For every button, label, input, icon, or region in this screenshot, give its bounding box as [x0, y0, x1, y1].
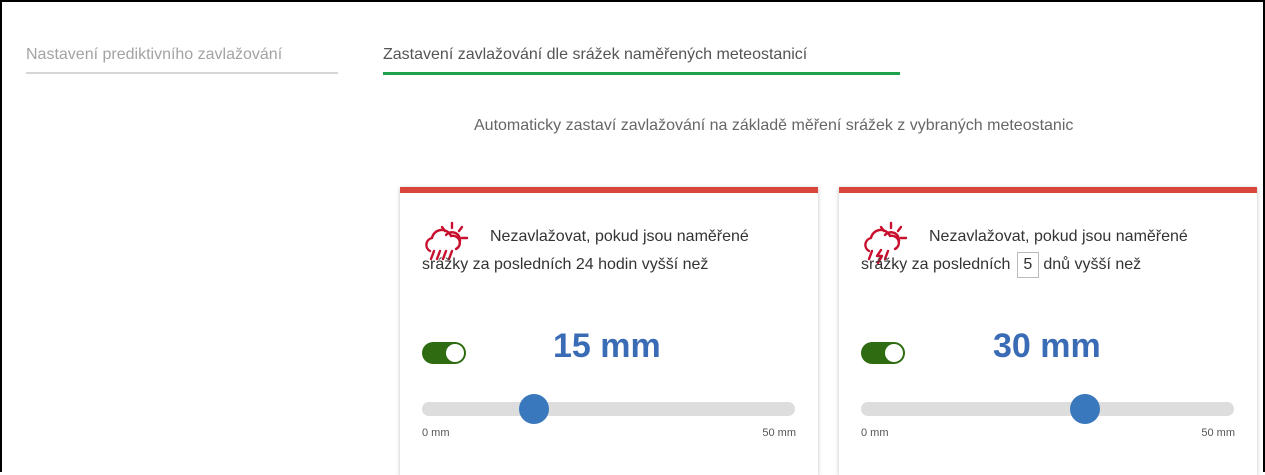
description-after: dnů vyšší než: [1043, 256, 1142, 273]
toggle-knob: [446, 344, 464, 362]
card-description: Nezavlažovat, pokud jsou naměřené srážky…: [422, 228, 749, 273]
threshold-value: 30 mm: [993, 327, 1101, 365]
threshold-slider[interactable]: [422, 394, 795, 424]
rain-24h-card: Nezavlažovat, pokud jsou naměřené srážky…: [400, 187, 818, 475]
rain-days-card: Nezavlažovat, pokud jsou naměřené srážky…: [839, 187, 1257, 475]
tab-rain-stop[interactable]: Zastavení zavlažování dle srážek naměřen…: [383, 46, 900, 75]
slider-handle[interactable]: [518, 394, 549, 424]
threshold-slider[interactable]: [861, 394, 1234, 424]
section-description: Automaticky zastaví zavlažování na zákla…: [474, 117, 1074, 134]
toggle-knob: [885, 344, 903, 362]
slider-max-label: 50 mm: [762, 427, 796, 439]
slider-min-label: 0 mm: [861, 427, 889, 439]
card-description: Nezavlažovat, pokud jsou naměřené srážky…: [861, 223, 1237, 279]
enable-toggle[interactable]: [422, 342, 466, 364]
enable-toggle[interactable]: [861, 342, 905, 364]
threshold-value: 15 mm: [553, 327, 661, 365]
days-input[interactable]: 5: [1016, 251, 1039, 278]
settings-panel: Nastavení prediktivního zavlažování Zast…: [0, 0, 1265, 475]
slider-handle[interactable]: [1069, 394, 1100, 424]
slider-max-label: 50 mm: [1201, 427, 1235, 439]
tab-predictive-irrigation[interactable]: Nastavení prediktivního zavlažování: [26, 46, 338, 74]
slider-min-label: 0 mm: [422, 427, 450, 439]
